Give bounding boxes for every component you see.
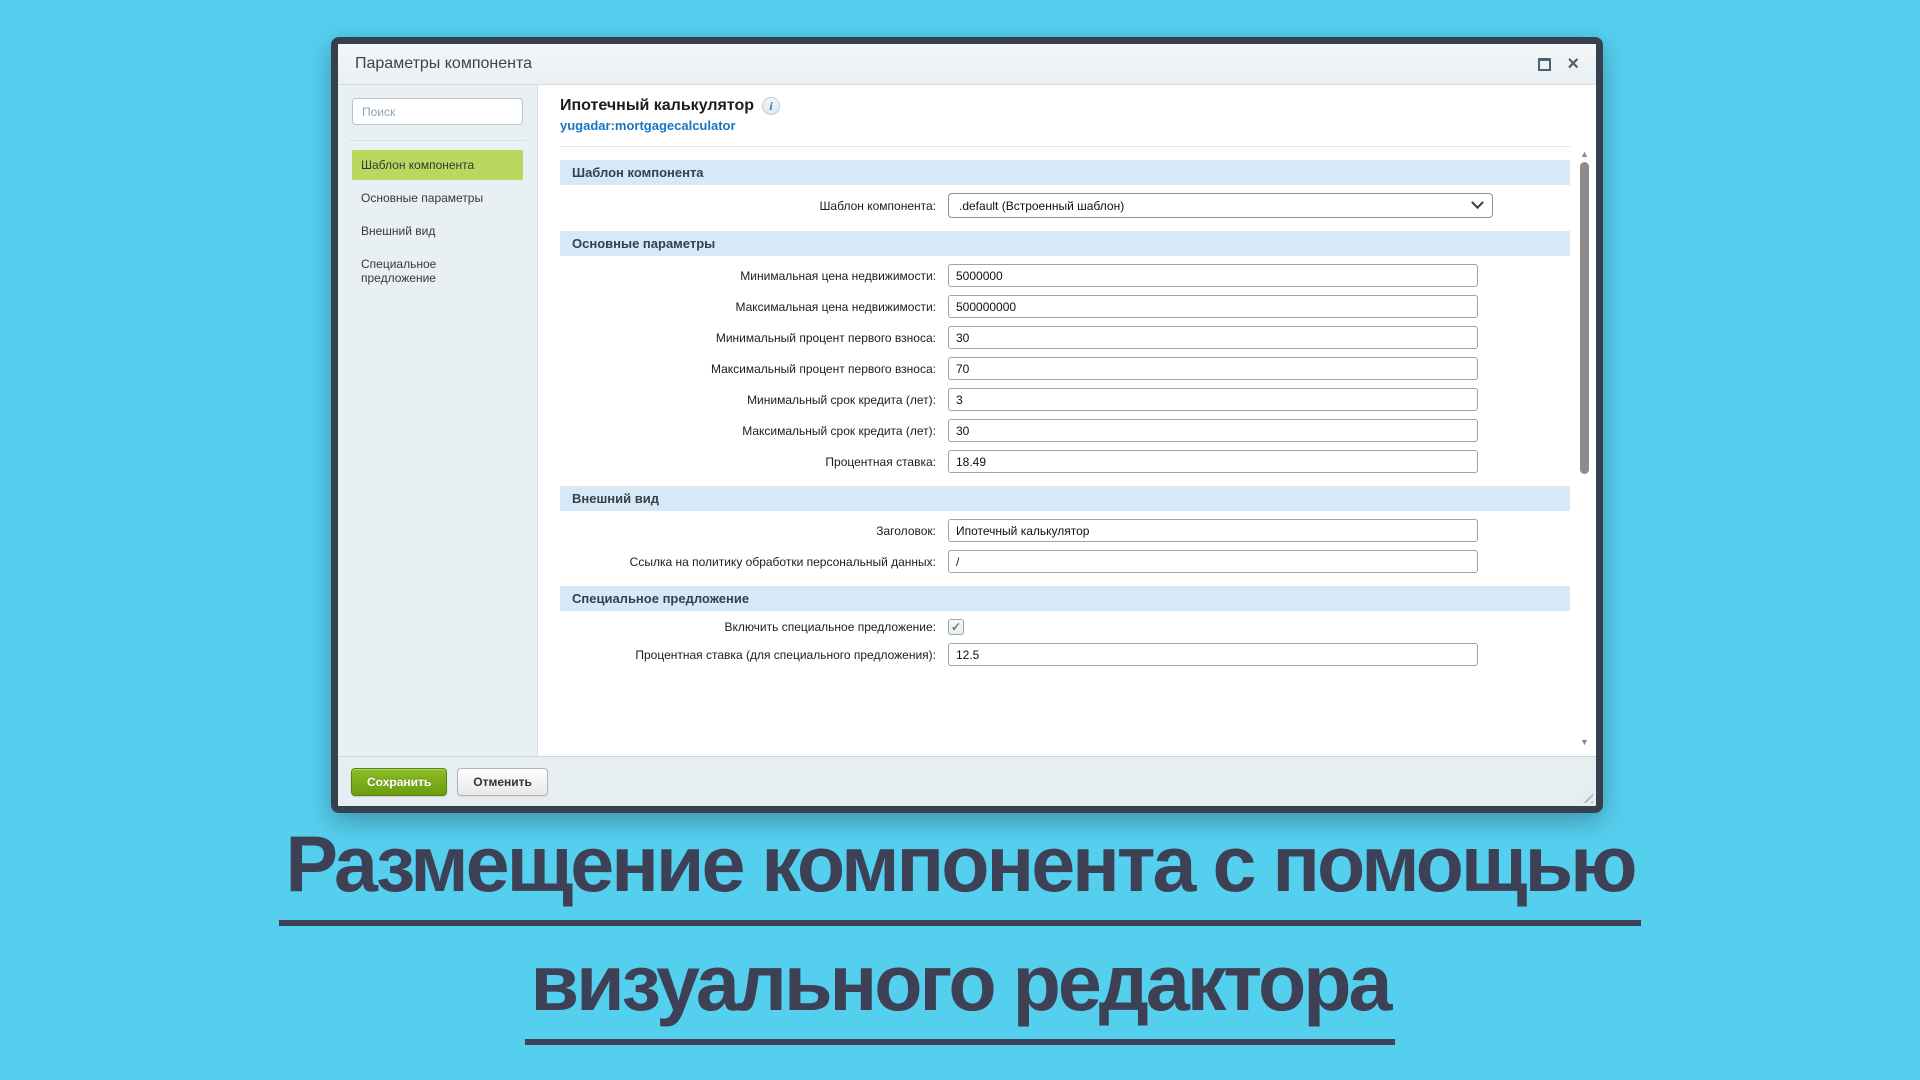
- min-credit-term-years-label: Минимальный срок кредита (лет):: [560, 393, 948, 407]
- personal-data-policy-link-label: Ссылка на политику обработки персональны…: [560, 555, 948, 569]
- component-name-link[interactable]: yugadar:mortgagecalculator: [560, 118, 736, 133]
- resize-grip-icon[interactable]: [1579, 789, 1593, 803]
- caption-row-2: визуального редактора: [0, 943, 1920, 1045]
- min-property-price-input[interactable]: [948, 264, 1478, 287]
- special-offer-interest-rate-label: Процентная ставка (для специального пред…: [560, 648, 948, 662]
- special-offer-interest-rate-input[interactable]: [948, 643, 1478, 666]
- header-title-input[interactable]: [948, 519, 1478, 542]
- section-header: Внешний вид: [560, 486, 1570, 511]
- sidebar-item[interactable]: Внешний вид: [352, 216, 523, 246]
- scroll-down-icon[interactable]: ▼: [1580, 737, 1589, 747]
- component-title: Ипотечный калькулятор: [560, 97, 754, 115]
- form-row: Процентная ставка (для специального пред…: [560, 643, 1570, 666]
- min-first-payment-percent-input[interactable]: [948, 326, 1478, 349]
- max-first-payment-percent-label: Максимальный процент первого взноса:: [560, 362, 948, 376]
- info-icon[interactable]: i: [762, 97, 780, 115]
- form-row: Минимальная цена недвижимости:: [560, 264, 1570, 287]
- section-header: Основные параметры: [560, 231, 1570, 256]
- caption-row-1: Размещение компонента с помощью: [0, 824, 1920, 926]
- header-divider: [560, 146, 1570, 147]
- component-template-select[interactable]: .default (Встроенный шаблон): [948, 193, 1493, 218]
- dialog-titlebar[interactable]: Параметры компонента ×: [338, 44, 1596, 85]
- min-property-price-label: Минимальная цена недвижимости:: [560, 269, 948, 283]
- scroll-up-icon[interactable]: ▲: [1580, 149, 1589, 159]
- sidebar: Шаблон компонентаОсновные параметрыВнешн…: [338, 85, 538, 756]
- save-button[interactable]: Сохранить: [351, 768, 447, 796]
- form-row: Минимальный срок кредита (лет):: [560, 388, 1570, 411]
- page-background: Параметры компонента × Шаблон компонента…: [0, 0, 1920, 1080]
- form-row: Минимальный процент первого взноса:: [560, 326, 1570, 349]
- maximize-icon[interactable]: [1538, 58, 1551, 71]
- caption-line-1: Размещение компонента с помощью: [279, 824, 1640, 926]
- scrollbar-thumb[interactable]: [1580, 162, 1589, 474]
- max-property-price-label: Максимальная цена недвижимости:: [560, 300, 948, 314]
- form-row: Максимальный процент первого взноса:: [560, 357, 1570, 380]
- interest-rate-input[interactable]: [948, 450, 1478, 473]
- dialog-body: Шаблон компонентаОсновные параметрыВнешн…: [338, 85, 1596, 756]
- section-header: Специальное предложение: [560, 586, 1570, 611]
- max-first-payment-percent-input[interactable]: [948, 357, 1478, 380]
- search-input[interactable]: [352, 98, 523, 125]
- sidebar-divider: [349, 140, 526, 141]
- sidebar-item[interactable]: Шаблон компонента: [352, 150, 523, 180]
- max-credit-term-years-input[interactable]: [948, 419, 1478, 442]
- header-title-label: Заголовок:: [560, 524, 948, 538]
- min-credit-term-years-input[interactable]: [948, 388, 1478, 411]
- component-header: Ипотечный калькулятор i: [560, 97, 1570, 115]
- sidebar-item[interactable]: Специальное предложение: [352, 249, 523, 293]
- enable-special-offer-label: Включить специальное предложение:: [560, 620, 948, 634]
- interest-rate-label: Процентная ставка:: [560, 455, 948, 469]
- sidebar-item[interactable]: Основные параметры: [352, 183, 523, 213]
- form-row: Максимальная цена недвижимости:: [560, 295, 1570, 318]
- form-row: Шаблон компонента: .default (Встроенный ш…: [560, 193, 1570, 218]
- component-template-label: Шаблон компонента:: [560, 199, 948, 213]
- window-controls: ×: [1538, 54, 1579, 74]
- max-credit-term-years-label: Максимальный срок кредита (лет):: [560, 424, 948, 438]
- max-property-price-input[interactable]: [948, 295, 1478, 318]
- component-parameters-dialog: Параметры компонента × Шаблон компонента…: [331, 37, 1603, 813]
- form-row: Ссылка на политику обработки персональны…: [560, 550, 1570, 573]
- form-row: Включить специальное предложение:✓: [560, 619, 1570, 635]
- form-row: Процентная ставка:: [560, 450, 1570, 473]
- caption-line-2: визуального редактора: [525, 943, 1396, 1045]
- scrollbar[interactable]: ▲ ▼: [1578, 149, 1591, 747]
- chevron-down-icon: [1471, 196, 1484, 209]
- caption: Размещение компонента с помощью визуальн…: [0, 824, 1920, 1045]
- close-icon[interactable]: ×: [1567, 54, 1579, 74]
- enable-special-offer-checkbox[interactable]: ✓: [948, 619, 964, 635]
- form-row: Заголовок:: [560, 519, 1570, 542]
- section-header: Шаблон компонента: [560, 160, 1570, 185]
- sidebar-list: Шаблон компонентаОсновные параметрыВнешн…: [352, 150, 523, 293]
- main-panel: Ипотечный калькулятор i yugadar:mortgage…: [538, 85, 1596, 756]
- form-area: Шаблон компонента Шаблон компонента: .defa…: [560, 160, 1570, 666]
- select-value: .default (Встроенный шаблон): [959, 199, 1124, 213]
- cancel-button[interactable]: Отменить: [457, 768, 548, 796]
- personal-data-policy-link-input[interactable]: [948, 550, 1478, 573]
- form-row: Максимальный срок кредита (лет):: [560, 419, 1570, 442]
- min-first-payment-percent-label: Минимальный процент первого взноса:: [560, 331, 948, 345]
- dialog-footer: Сохранить Отменить: [338, 756, 1596, 806]
- dialog-title: Параметры компонента: [355, 55, 532, 73]
